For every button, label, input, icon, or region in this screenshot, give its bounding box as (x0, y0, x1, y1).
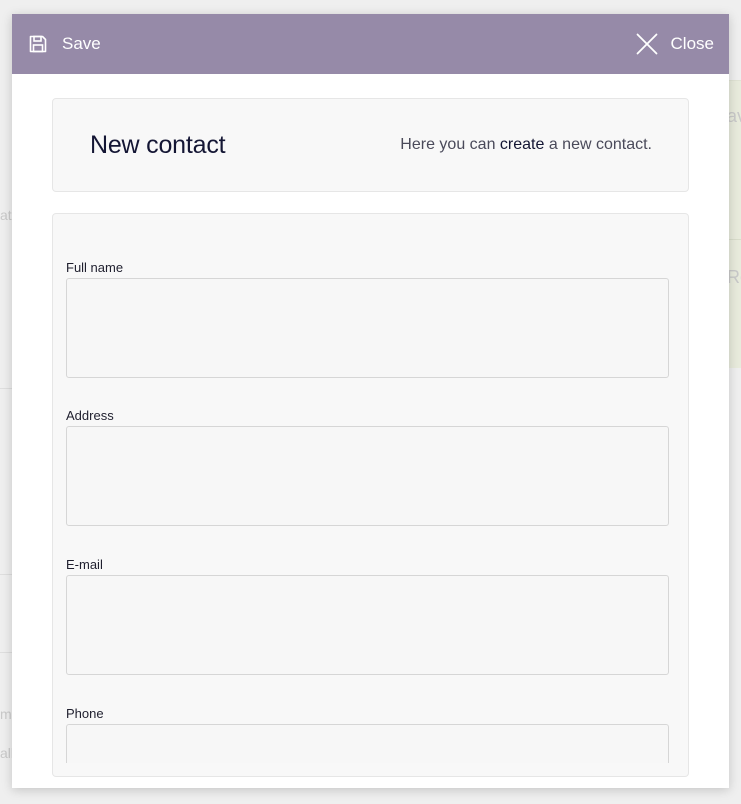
address-label: Address (66, 408, 114, 423)
email-input[interactable] (66, 575, 669, 675)
email-label: E-mail (66, 557, 103, 572)
subtitle-text: Here you can (400, 136, 500, 153)
email-field-group: E-mail (66, 555, 669, 675)
dialog-toolbar: Save Close (12, 14, 729, 74)
close-button[interactable]: Close (636, 14, 729, 74)
page-title: New contact (90, 130, 226, 159)
contact-form: Full name Address E-mail Phone (52, 213, 689, 777)
close-button-label: Close (670, 34, 714, 53)
address-input[interactable] (66, 426, 669, 526)
new-contact-dialog: Save Close New contact Here you can crea… (12, 14, 729, 788)
phone-input[interactable] (66, 724, 669, 763)
background-divider (0, 574, 12, 575)
background-divider (0, 388, 12, 389)
floppy-disk-icon (28, 34, 48, 54)
page-subtitle: Here you can create a new contact. (400, 136, 652, 154)
dialog-header-card: New contact Here you can create a new co… (52, 98, 689, 192)
full-name-input[interactable] (66, 278, 669, 378)
address-field-group: Address (66, 406, 669, 526)
form-scroll-area[interactable]: Full name Address E-mail Phone (53, 214, 688, 763)
background-text-fragment: av (727, 106, 741, 126)
phone-label: Phone (66, 706, 104, 721)
phone-field-group: Phone (66, 704, 669, 763)
save-button-label: Save (62, 34, 101, 53)
background-text-fragment: Re (727, 267, 741, 287)
save-button[interactable]: Save (12, 14, 101, 74)
full-name-label: Full name (66, 260, 124, 275)
subtitle-emphasis: create (499, 136, 545, 153)
full-name-field-group: Full name (66, 258, 669, 378)
close-x-icon (636, 33, 658, 55)
background-divider (0, 652, 12, 653)
subtitle-text: a new contact. (544, 136, 652, 153)
